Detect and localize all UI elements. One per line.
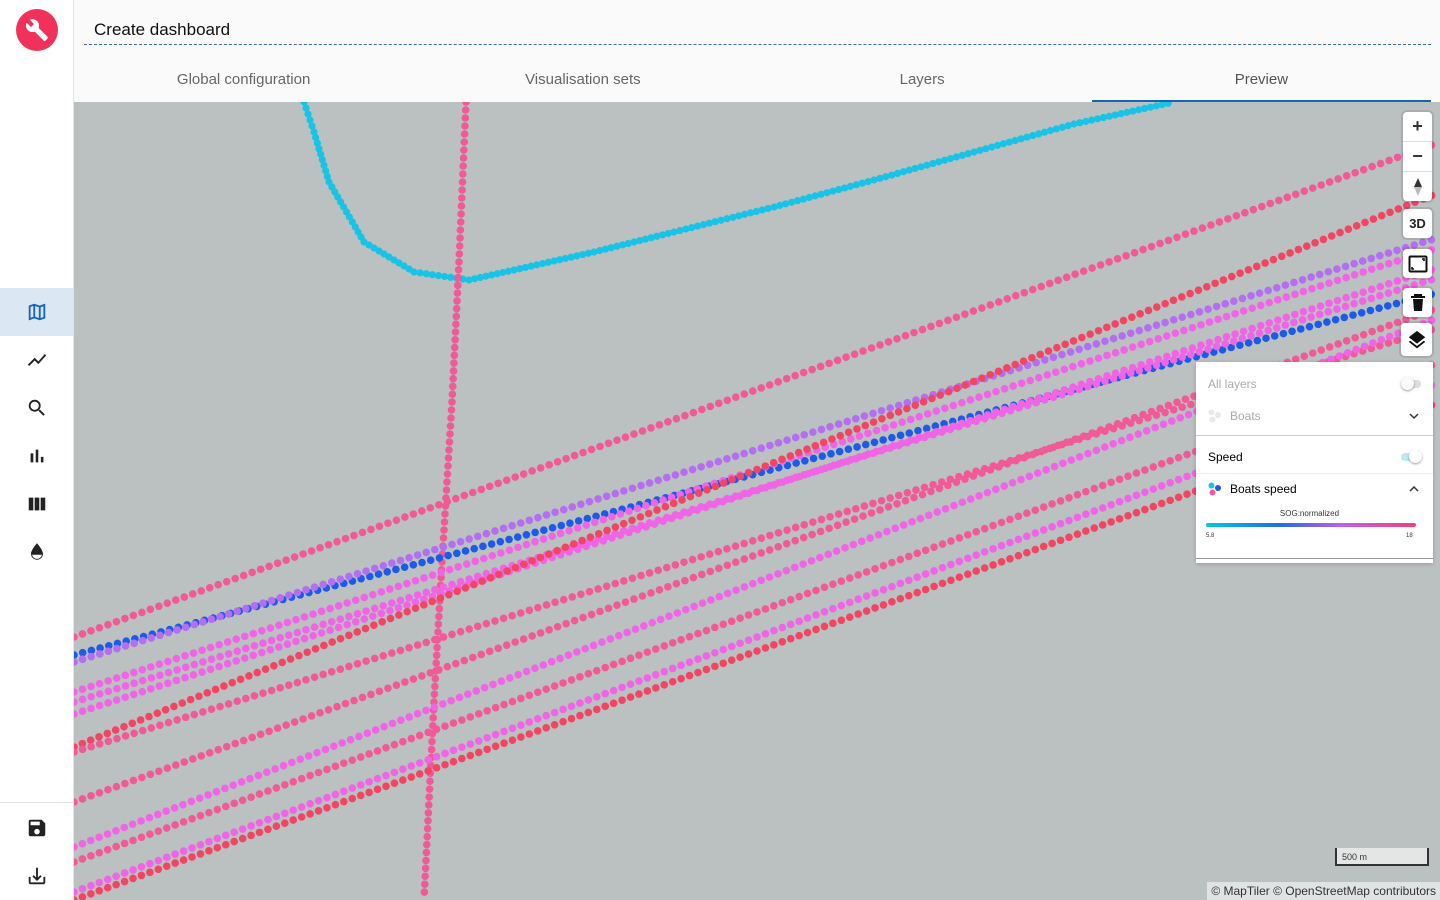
tab-visualisation-sets[interactable]: Visualisation sets <box>413 60 752 102</box>
compass-icon <box>1413 177 1422 196</box>
speed-row: Speed <box>1196 450 1433 464</box>
header: Create dashboard Global configuration Vi… <box>74 0 1440 102</box>
map-view[interactable]: + − 3D All layers Boats Speed Boats spee… <box>74 102 1440 900</box>
layers-icon <box>1408 330 1425 348</box>
tab-global-configuration[interactable]: Global configuration <box>74 60 413 102</box>
delete-button[interactable] <box>1403 288 1432 317</box>
columns-icon <box>28 497 45 511</box>
compass-button[interactable] <box>1403 172 1432 201</box>
line-chart-icon <box>27 354 46 366</box>
app-logo[interactable] <box>16 9 58 51</box>
search-icon <box>28 399 45 416</box>
sidebar-divider <box>0 802 73 803</box>
fullscreen-button[interactable] <box>1403 249 1432 278</box>
sidebar-item-style[interactable] <box>0 528 73 576</box>
boats-speed-icon <box>1208 482 1221 496</box>
wrench-icon <box>25 19 48 41</box>
download-icon <box>28 867 45 885</box>
sidebar-item-columns[interactable] <box>0 480 73 528</box>
page-title[interactable]: Create dashboard <box>94 20 230 40</box>
speed-label: Speed <box>1208 450 1243 464</box>
legend-divider <box>1196 558 1433 559</box>
boats-layer-row[interactable]: Boats <box>1196 409 1433 423</box>
chevron-up-icon[interactable] <box>1409 484 1419 494</box>
zoom-out-button[interactable]: − <box>1403 142 1432 172</box>
speed-divider <box>1196 473 1433 474</box>
save-button[interactable] <box>0 804 73 852</box>
speed-toggle[interactable] <box>1401 450 1422 463</box>
sidebar <box>0 0 74 900</box>
download-button[interactable] <box>0 852 73 900</box>
layers-divider <box>1196 435 1433 436</box>
sidebar-item-timeseries[interactable] <box>0 336 73 384</box>
boats-layer-label: Boats <box>1230 409 1261 423</box>
sidebar-item-map[interactable] <box>0 288 73 336</box>
tab-preview[interactable]: Preview <box>1091 60 1432 102</box>
save-icon <box>28 819 45 837</box>
sidebar-item-statistics[interactable] <box>0 432 73 480</box>
chevron-down-icon[interactable] <box>1409 411 1419 421</box>
tab-bar: Global configuration Visualisation sets … <box>74 60 1432 102</box>
3d-toggle-button[interactable]: 3D <box>1403 209 1432 238</box>
scale-bar: 500 m <box>1335 848 1429 866</box>
fullscreen-icon <box>1408 255 1427 272</box>
speed-gradient-legend <box>1206 523 1416 527</box>
drop-icon <box>30 543 43 560</box>
boats-speed-label: Boats speed <box>1230 482 1297 496</box>
layers-panel: All layers Boats Speed Boats speed SOG:n… <box>1196 362 1433 563</box>
navigation-control: + − <box>1403 112 1432 201</box>
zoom-in-button[interactable]: + <box>1403 112 1432 142</box>
sidebar-item-search[interactable] <box>0 384 73 432</box>
boats-speed-row[interactable]: Boats speed <box>1196 482 1433 496</box>
all-layers-row: All layers <box>1196 377 1433 391</box>
layers-button[interactable] <box>1401 323 1432 356</box>
legend-title: SOG:normalized <box>1279 509 1340 518</box>
legend-min-value: 5.8 <box>1206 533 1215 539</box>
cyan-track <box>300 102 1172 284</box>
all-layers-label: All layers <box>1208 377 1257 391</box>
legend-max-value: 18 <box>1406 533 1413 539</box>
tab-layers[interactable]: Layers <box>753 60 1092 102</box>
boats-layer-icon <box>1208 409 1221 423</box>
bar-chart-icon <box>30 449 43 463</box>
trash-icon <box>1410 293 1425 311</box>
map-attribution[interactable]: © MapTiler © OpenStreetMap contributors <box>1207 882 1440 900</box>
map-icon <box>28 303 45 321</box>
title-field[interactable]: Create dashboard <box>84 14 1431 45</box>
all-layers-toggle[interactable] <box>1401 377 1421 390</box>
